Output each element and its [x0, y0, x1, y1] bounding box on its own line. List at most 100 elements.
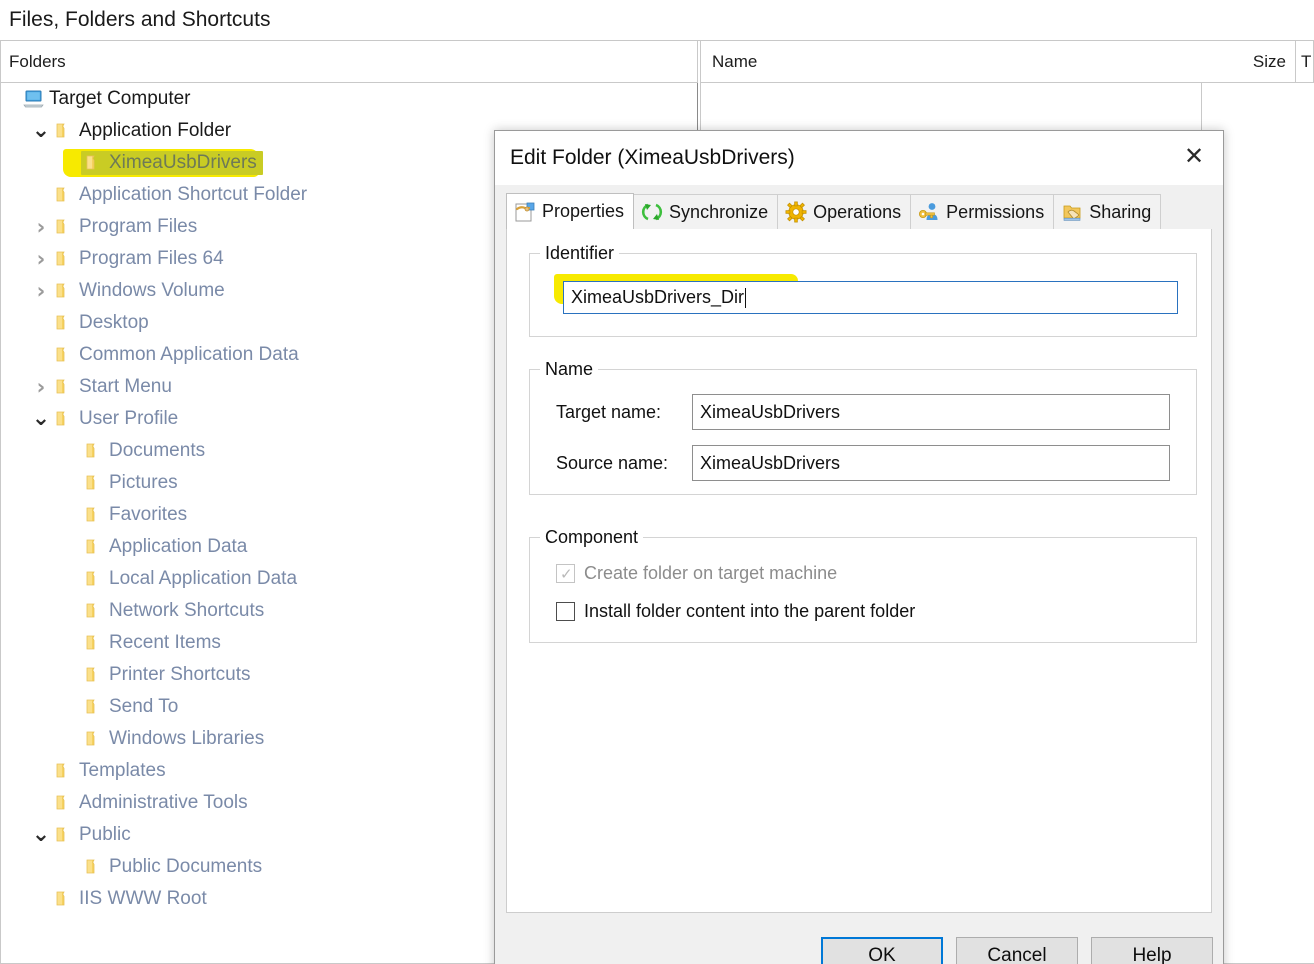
tree-item-label: Application Folder — [79, 120, 232, 141]
folder-icon — [81, 505, 107, 525]
folder-icon — [81, 601, 107, 621]
tree-item-label: Windows Libraries — [109, 728, 265, 749]
tree-item-content: Windows Volume — [51, 280, 225, 302]
chevron-right-icon[interactable]: › — [31, 280, 51, 302]
create-folder-checkbox-label: Create folder on target machine — [584, 563, 838, 583]
folder-icon — [51, 281, 77, 301]
identifier-legend: Identifier — [540, 243, 620, 264]
tab-permissions-label: Permissions — [946, 201, 1045, 222]
name-legend: Name — [540, 359, 599, 380]
tab-properties[interactable]: Properties — [506, 193, 635, 229]
target-name-value: XimeaUsbDrivers — [700, 401, 841, 422]
cancel-button[interactable]: Cancel — [956, 937, 1078, 964]
tree-item-content: Application Shortcut Folder — [51, 184, 307, 206]
chevron-down-icon[interactable]: ⌄ — [31, 824, 51, 846]
tab-sharing-label: Sharing — [1089, 201, 1152, 222]
tree-item-label: Program Files 64 — [79, 248, 224, 269]
tree-item-label: Templates — [79, 760, 166, 781]
chevron-right-icon[interactable]: › — [31, 248, 51, 270]
folder-icon — [81, 569, 107, 589]
chevron-down-icon[interactable]: ⌄ — [31, 120, 51, 142]
tree-item[interactable]: Target Computer — [1, 83, 697, 115]
chevron-down-icon[interactable]: ⌄ — [31, 408, 51, 430]
tree-item-label: Desktop — [79, 312, 149, 333]
folder-icon — [51, 377, 77, 397]
column-header-folders[interactable]: Folders — [0, 41, 698, 83]
tree-item-content: Public Documents — [81, 856, 262, 878]
tree-item-content: Program Files — [51, 216, 197, 238]
folder-icon — [81, 473, 107, 493]
target-name-input[interactable]: XimeaUsbDrivers — [692, 394, 1170, 430]
component-legend: Component — [540, 527, 644, 548]
folder-icon — [81, 441, 107, 461]
ok-button[interactable]: OK — [821, 937, 943, 964]
tab-synchronize[interactable]: Synchronize — [633, 194, 779, 229]
page-title: Files, Folders and Shortcuts — [0, 0, 1314, 41]
synchronize-icon — [641, 201, 663, 223]
component-group: Component ✓ Create folder on target mach… — [529, 527, 1197, 643]
tree-item-content: XimeaUsbDrivers — [81, 151, 263, 175]
folder-icon — [51, 249, 77, 269]
tree-item-content: Application Data — [81, 536, 247, 558]
target-name-row: Target name: — [556, 402, 692, 423]
chevron-right-icon[interactable]: › — [31, 376, 51, 398]
tree-item-label: Public — [79, 824, 131, 845]
tree-item-content: Documents — [81, 440, 205, 462]
install-content-checkbox-row[interactable]: Install folder content into the parent f… — [556, 601, 915, 622]
create-folder-checkbox: ✓ — [556, 564, 575, 583]
source-name-label: Source name: — [556, 453, 669, 473]
edit-folder-dialog[interactable]: Edit Folder (XimeaUsbDrivers) ✕ Properti — [494, 130, 1224, 964]
target-name-label: Target name: — [556, 402, 662, 422]
tab-operations[interactable]: Operations — [777, 194, 912, 229]
tree-item-content: Desktop — [51, 312, 149, 334]
tree-item-label: Start Menu — [79, 376, 172, 397]
tree-item-label: Common Application Data — [79, 344, 299, 365]
tab-synchronize-label: Synchronize — [669, 201, 769, 222]
tree-item-content: Network Shortcuts — [81, 600, 264, 622]
tree-item-label: Printer Shortcuts — [109, 664, 251, 685]
folder-icon — [51, 761, 77, 781]
tree-item-content: Windows Libraries — [81, 728, 264, 750]
create-folder-checkbox-row: ✓ Create folder on target machine — [556, 563, 837, 584]
properties-tab-page: Identifier XimeaUsbDrivers_Dir Name Targ… — [506, 229, 1212, 913]
tab-sharing[interactable]: Sharing — [1053, 194, 1162, 229]
folder-icon — [51, 217, 77, 237]
tree-item-label: Send To — [109, 696, 179, 717]
tree-item-label: User Profile — [79, 408, 179, 429]
tree-item-content: Send To — [81, 696, 178, 718]
folder-icon — [51, 793, 77, 813]
tree-item-content: User Profile — [51, 408, 178, 430]
tree-item-content: Public — [51, 824, 131, 846]
tree-item-content: Program Files 64 — [51, 248, 224, 270]
tree-item-label: Local Application Data — [109, 568, 298, 589]
tree-item-label: Network Shortcuts — [109, 600, 265, 621]
tree-item-content: IIS WWW Root — [51, 888, 207, 910]
identifier-input[interactable]: XimeaUsbDrivers_Dir — [563, 281, 1178, 314]
folder-icon — [51, 825, 77, 845]
properties-icon — [514, 201, 536, 223]
close-icon[interactable]: ✕ — [1175, 139, 1213, 173]
dialog-body: Properties Synchronize Operations Permis… — [495, 185, 1223, 964]
folder-icon — [51, 185, 77, 205]
tree-item-content: Start Menu — [51, 376, 172, 398]
tree-item-label: IIS WWW Root — [79, 888, 207, 909]
name-group: Name Target name: XimeaUsbDrivers Source… — [529, 359, 1197, 495]
folder-icon — [51, 121, 77, 141]
dialog-title: Edit Folder (XimeaUsbDrivers) — [510, 146, 795, 169]
column-header-size[interactable]: Size — [1196, 41, 1296, 83]
folder-icon — [51, 313, 77, 333]
folder-icon — [81, 633, 107, 653]
folder-icon — [81, 729, 107, 749]
tree-item-label: Favorites — [109, 504, 188, 525]
source-name-input[interactable]: XimeaUsbDrivers — [692, 445, 1170, 481]
install-content-checkbox[interactable] — [556, 602, 575, 621]
tab-permissions[interactable]: Permissions — [910, 194, 1055, 229]
dialog-button-row: OK Cancel Help — [495, 913, 1223, 964]
folder-icon — [51, 345, 77, 365]
key-person-icon — [918, 201, 940, 223]
help-button[interactable]: Help — [1091, 937, 1213, 964]
tree-item-content: Printer Shortcuts — [81, 664, 251, 686]
chevron-right-icon[interactable]: › — [31, 216, 51, 238]
column-header-type[interactable]: T — [1296, 41, 1314, 83]
tree-item-content: Application Folder — [51, 120, 231, 142]
